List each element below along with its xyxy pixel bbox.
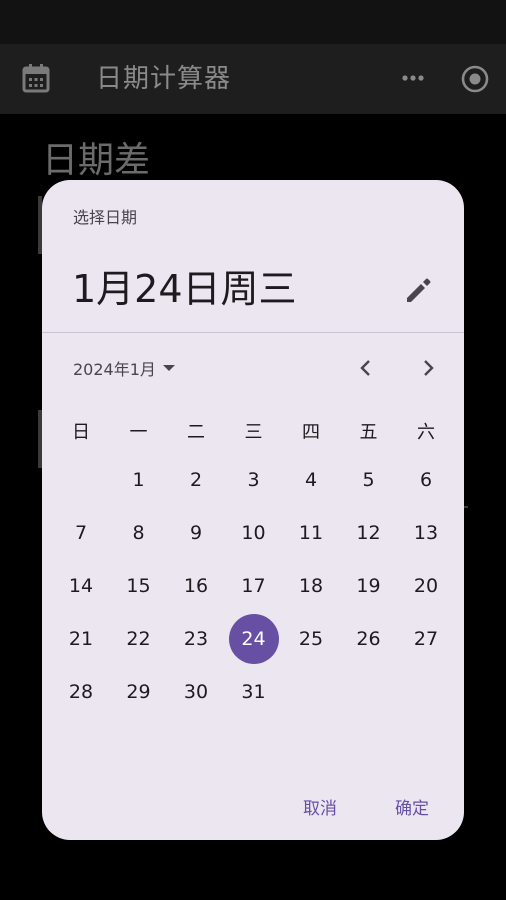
day-cell[interactable]: 6 [401, 455, 451, 505]
header-divider [42, 332, 464, 333]
app-bar: 日期计算器 [0, 44, 506, 114]
day-cell[interactable]: 8 [114, 508, 164, 558]
day-cell[interactable]: 11 [286, 508, 336, 558]
month-year-label: 2024年1月 [73, 360, 156, 379]
weekday-label: 五 [359, 422, 378, 443]
day-cell[interactable]: 12 [344, 508, 394, 558]
day-cell[interactable]: 25 [286, 614, 336, 664]
background-divider [464, 506, 468, 508]
weekday-label: 四 [302, 422, 320, 443]
day-cell[interactable]: 19 [344, 561, 394, 611]
day-cell[interactable]: 23 [171, 614, 221, 664]
day-cell[interactable]: 1 [114, 455, 164, 505]
status-bar [0, 0, 506, 44]
day-cell[interactable]: 14 [56, 561, 106, 611]
cancel-button[interactable]: 取消 [303, 794, 337, 819]
pencil-icon[interactable] [400, 272, 436, 308]
day-cell[interactable]: 29 [114, 667, 164, 717]
more-horiz-icon[interactable] [398, 68, 428, 88]
day-cell[interactable]: 26 [344, 614, 394, 664]
day-cell[interactable]: 16 [171, 561, 221, 611]
day-cell[interactable]: 20 [401, 561, 451, 611]
day-cell[interactable]: 7 [56, 508, 106, 558]
caret-down-icon [162, 365, 175, 371]
app-title: 日期计算器 [96, 64, 232, 94]
dialog-label: 选择日期 [73, 208, 138, 227]
selected-date-headline: 1月24日周三 [72, 267, 297, 311]
date-picker-dialog: 选择日期 1月24日周三 2024年1月 日一二三四五六 1 2 3 4 5 6 7 8 9 10… [42, 180, 464, 840]
weekday-label: 二 [187, 422, 205, 443]
page-heading: 日期差 [42, 140, 151, 181]
weekday-label: 日 [72, 422, 90, 443]
day-cell[interactable]: 28 [56, 667, 106, 717]
day-cell[interactable]: 27 [401, 614, 451, 664]
day-cell[interactable]: 5 [344, 455, 394, 505]
day-cell[interactable]: 2 [171, 455, 221, 505]
day-cell[interactable]: 31 [229, 667, 279, 717]
confirm-button[interactable]: 确定 [395, 794, 429, 819]
weekday-label: 一 [129, 422, 148, 443]
target-icon[interactable] [460, 64, 490, 94]
day-cell[interactable]: 22 [114, 614, 164, 664]
day-cell[interactable]: 15 [114, 561, 164, 611]
day-cell[interactable]: 18 [286, 561, 336, 611]
day-cell-selected[interactable]: 24 [228, 614, 279, 664]
day-cell[interactable]: 30 [171, 667, 221, 717]
chevron-right-icon[interactable] [414, 354, 442, 382]
month-year-selector[interactable]: 2024年1月 [73, 356, 176, 380]
weekday-label: 六 [417, 422, 435, 443]
day-cell[interactable]: 9 [171, 508, 221, 558]
day-cell[interactable]: 13 [401, 508, 451, 558]
day-cell[interactable]: 3 [229, 455, 279, 505]
day-cell[interactable]: 21 [56, 614, 106, 664]
calendar-icon[interactable] [22, 63, 50, 93]
chevron-left-icon[interactable] [352, 354, 380, 382]
weekday-label: 三 [244, 422, 263, 443]
day-cell[interactable]: 4 [286, 455, 336, 505]
day-cell[interactable]: 10 [229, 508, 279, 558]
day-cell[interactable]: 17 [229, 561, 279, 611]
